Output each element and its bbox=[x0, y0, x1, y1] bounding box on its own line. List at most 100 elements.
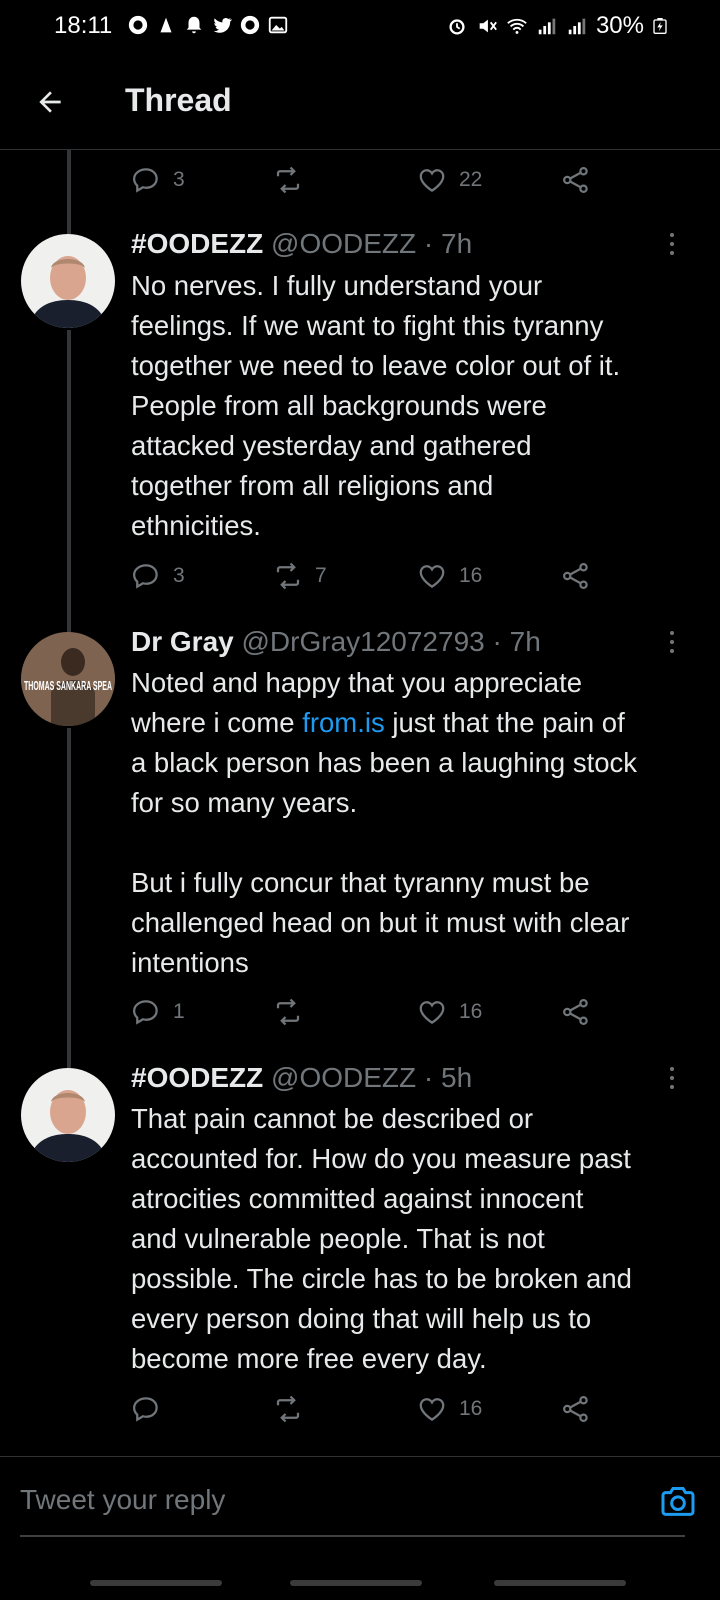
retweet-count: 7 bbox=[315, 564, 327, 587]
tweet-link[interactable]: from.is bbox=[302, 707, 385, 738]
back-button[interactable] bbox=[30, 82, 70, 122]
status-time: 18:11 bbox=[54, 12, 113, 39]
share-icon bbox=[563, 563, 588, 589]
author-handle[interactable]: @OODEZZ bbox=[271, 1062, 416, 1093]
input-underline bbox=[20, 1535, 685, 1537]
mute-icon bbox=[479, 19, 497, 33]
tweet-header: #OODEZZ @OODEZZ · 5h bbox=[131, 1060, 472, 1096]
author-name[interactable]: #OODEZZ bbox=[131, 1062, 263, 1093]
more-options-button[interactable] bbox=[662, 626, 682, 658]
reply-icon bbox=[132, 1397, 158, 1422]
app-notification-icon bbox=[160, 17, 172, 33]
share-button[interactable] bbox=[561, 160, 591, 200]
tweet-text-part: just that the pain of a black person has… bbox=[131, 707, 638, 978]
separator-dot: · bbox=[492, 626, 502, 657]
signal-icon bbox=[568, 18, 586, 35]
app-notification-icon bbox=[240, 15, 260, 35]
author-handle[interactable]: @DrGray12072793 bbox=[242, 626, 485, 657]
arrow-left-icon bbox=[39, 91, 61, 113]
tweet-header: Dr Gray @DrGray12072793 · 7h bbox=[131, 624, 541, 660]
reply-icon bbox=[132, 168, 158, 193]
share-icon bbox=[563, 1396, 588, 1422]
more-options-button[interactable] bbox=[662, 1062, 682, 1094]
reply-button[interactable]: 1 bbox=[131, 992, 185, 1032]
like-button[interactable]: 16 bbox=[417, 556, 482, 596]
share-icon bbox=[563, 167, 588, 193]
tweet-text: That pain cannot be described or account… bbox=[131, 1103, 632, 1374]
camera-button[interactable] bbox=[658, 1481, 698, 1521]
share-button[interactable] bbox=[561, 992, 591, 1032]
author-name[interactable]: Dr Gray bbox=[131, 626, 234, 657]
avatar[interactable] bbox=[21, 234, 115, 328]
retweet-icon bbox=[276, 562, 300, 590]
battery-percentage: 30% bbox=[595, 12, 644, 39]
bell-icon bbox=[186, 16, 202, 34]
more-options-button[interactable] bbox=[662, 228, 682, 260]
avatar-image: THOMAS SANKARA SPEA bbox=[21, 632, 115, 726]
twitter-bird-icon bbox=[213, 17, 233, 33]
signal-icon bbox=[538, 18, 556, 35]
thread-connector-line bbox=[67, 330, 71, 632]
author-name[interactable]: #OODEZZ bbox=[131, 228, 263, 259]
tweet-reply-input[interactable] bbox=[20, 1475, 600, 1525]
tweet-time: 7h bbox=[509, 626, 541, 657]
retweet-button[interactable] bbox=[273, 160, 315, 200]
reply-bar bbox=[0, 1456, 720, 1560]
nav-gesture-bar bbox=[90, 1580, 222, 1586]
top-app-bar: Thread bbox=[0, 56, 720, 150]
tweet-header: #OODEZZ @OODEZZ · 7h bbox=[131, 226, 472, 262]
reply-button[interactable]: 3 bbox=[131, 556, 185, 596]
separator-dot: · bbox=[423, 228, 434, 259]
retweet-button[interactable] bbox=[273, 1389, 315, 1429]
like-count: 16 bbox=[459, 1397, 483, 1420]
retweet-icon bbox=[276, 998, 300, 1026]
tweet-actions: 16 bbox=[131, 1389, 611, 1429]
share-button[interactable] bbox=[561, 556, 591, 596]
like-count: 16 bbox=[459, 1000, 483, 1023]
tweet-time: 7h bbox=[441, 228, 473, 259]
avatar-text: THOMAS SANKARA SPEA bbox=[24, 678, 112, 693]
share-button[interactable] bbox=[561, 1389, 591, 1429]
status-bar: 18:11 30% bbox=[0, 0, 720, 56]
tweet-actions: 3 22 bbox=[131, 160, 611, 200]
reply-button[interactable]: 3 bbox=[131, 160, 185, 200]
page-title: Thread bbox=[125, 82, 232, 118]
retweet-button[interactable]: 7 bbox=[273, 556, 327, 596]
tweet-actions: 3 7 16 bbox=[131, 556, 611, 596]
thread-connector-line bbox=[67, 150, 71, 234]
app-notification-icon bbox=[128, 15, 148, 35]
tweet-actions: 1 16 bbox=[131, 992, 611, 1032]
separator-dot: · bbox=[423, 1062, 434, 1093]
like-button[interactable]: 16 bbox=[417, 1389, 482, 1429]
retweet-icon bbox=[276, 166, 300, 194]
avatar-image bbox=[21, 234, 115, 328]
reply-count: 3 bbox=[173, 564, 185, 587]
reply-count: 1 bbox=[173, 1000, 185, 1023]
heart-icon bbox=[419, 169, 445, 192]
retweet-button[interactable] bbox=[273, 992, 315, 1032]
system-status-icons: 30% bbox=[446, 12, 668, 40]
reply-icon bbox=[132, 1000, 158, 1025]
share-icon bbox=[563, 999, 588, 1025]
heart-icon bbox=[419, 1001, 445, 1024]
avatar-image bbox=[21, 1068, 115, 1162]
like-button[interactable]: 16 bbox=[417, 992, 482, 1032]
like-button[interactable]: 22 bbox=[417, 160, 482, 200]
retweet-icon bbox=[276, 1395, 300, 1423]
nav-gesture-bar bbox=[290, 1580, 422, 1586]
gallery-icon bbox=[268, 16, 288, 34]
like-count: 16 bbox=[459, 564, 483, 587]
heart-icon bbox=[419, 565, 445, 588]
avatar[interactable] bbox=[21, 1068, 115, 1162]
tweet-text: Noted and happy that you appreciate wher… bbox=[131, 663, 701, 983]
reply-button[interactable] bbox=[131, 1389, 173, 1429]
thread-connector-line bbox=[67, 728, 71, 1068]
tweet-time: 5h bbox=[441, 1062, 473, 1093]
author-handle[interactable]: @OODEZZ bbox=[271, 228, 416, 259]
camera-icon bbox=[661, 1487, 695, 1516]
tweet-text: No nerves. I fully understand your feeli… bbox=[131, 270, 621, 541]
avatar[interactable]: THOMAS SANKARA SPEA bbox=[21, 632, 115, 726]
reply-icon bbox=[132, 564, 158, 589]
nav-gesture-bar bbox=[494, 1580, 626, 1586]
wifi-icon bbox=[507, 18, 527, 34]
